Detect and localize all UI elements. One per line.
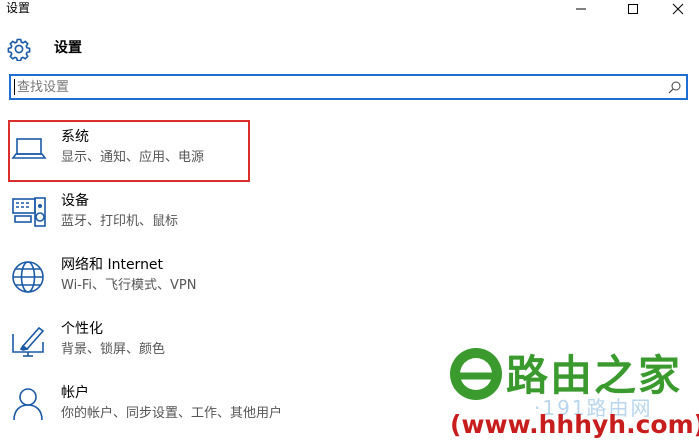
close-button[interactable] xyxy=(658,0,698,18)
item-subtitle: 显示、通知、应用、电源 xyxy=(61,150,205,165)
person-icon xyxy=(13,388,43,421)
search-icon[interactable] xyxy=(668,80,682,94)
close-icon xyxy=(672,3,684,15)
laptop-icon xyxy=(11,138,47,159)
globe-icon xyxy=(12,261,44,293)
text-caret xyxy=(14,79,15,95)
maximize-icon xyxy=(628,4,638,14)
item-title: 系统 xyxy=(61,129,89,145)
item-title: 设备 xyxy=(61,193,89,209)
item-subtitle: 蓝牙、打印机、鼠标 xyxy=(61,214,179,229)
title-bar: 设置 xyxy=(0,0,699,18)
search-input[interactable] xyxy=(17,78,657,96)
minimize-button[interactable] xyxy=(561,0,601,18)
settings-item-personalization[interactable]: 个性化 背景、锁屏、颜色 xyxy=(0,320,420,376)
item-title: 网络和 Internet xyxy=(61,257,164,273)
settings-item-accounts[interactable]: 帐户 你的帐户、同步设置、工作、其他用户 xyxy=(0,384,420,440)
watermark-name: 路由之家 xyxy=(506,351,683,400)
watermark: ·191路由网 路由之家 (www.hhhyh.com) xyxy=(446,346,699,448)
devices-icon xyxy=(12,197,46,227)
settings-item-devices[interactable]: 设备 蓝牙、打印机、鼠标 xyxy=(0,192,420,248)
item-subtitle: 你的帐户、同步设置、工作、其他用户 xyxy=(61,406,283,421)
search-box[interactable] xyxy=(9,74,688,100)
maximize-button[interactable] xyxy=(613,0,653,18)
personalization-icon xyxy=(12,326,45,357)
gear-icon xyxy=(7,38,31,61)
page-title: 设置 xyxy=(54,40,82,56)
window-title: 设置 xyxy=(6,1,31,15)
item-title: 个性化 xyxy=(61,321,103,337)
watermark-url: (www.hhhyh.com) xyxy=(450,410,699,439)
minimize-icon xyxy=(576,8,586,10)
settings-item-system[interactable]: 系统 显示、通知、应用、电源 xyxy=(0,128,420,184)
item-subtitle: 背景、锁屏、颜色 xyxy=(61,342,166,357)
settings-item-network[interactable]: 网络和 Internet Wi-Fi、飞行模式、VPN xyxy=(0,256,420,312)
item-subtitle: Wi-Fi、飞行模式、VPN xyxy=(61,278,197,293)
router-logo-icon xyxy=(450,348,502,400)
item-title: 帐户 xyxy=(61,385,89,401)
